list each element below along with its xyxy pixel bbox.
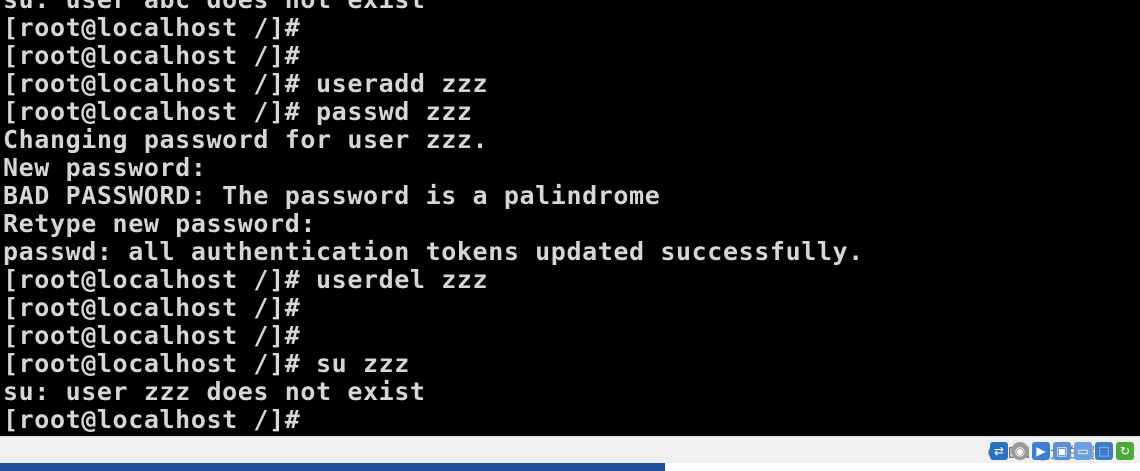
terminal-line: su: user abc does not exist (3, 0, 864, 14)
terminal-line: [root@localhost /]# (3, 405, 301, 434)
vm-console-window: su: user abc does not exist [root@localh… (0, 0, 1140, 471)
share-icon[interactable]: ⬚ (1095, 442, 1113, 460)
terminal-line: BAD PASSWORD: The password is a palindro… (3, 181, 661, 210)
terminal-line: passwd: all authentication tokens update… (3, 237, 864, 266)
arrow-icon[interactable]: ▶ (1032, 442, 1050, 460)
cd-icon[interactable]: ◉ (1011, 442, 1029, 460)
terminal-line: [root@localhost /]# passwd zzz (3, 97, 473, 126)
terminal-line: Changing password for user zzz. (3, 125, 489, 154)
terminal-line: New password: (3, 153, 207, 182)
terminal-line: su: user zzz does not exist (3, 377, 426, 406)
terminal-line: [root@localhost /]# su zzz (3, 349, 410, 378)
host-taskbar (0, 463, 1140, 471)
terminal-line: [root@localhost /]# useradd zzz (3, 69, 489, 98)
usb-icon[interactable]: ▣ (1053, 442, 1071, 460)
taskbar-window-preview[interactable] (665, 463, 1140, 471)
display-icon[interactable]: ▭ (1074, 442, 1092, 460)
tray-icons: ⇄ ◉ ▶ ▣ ▭ ⬚ ↻ (990, 441, 1134, 461)
terminal-line: [root@localhost /]# (3, 293, 301, 322)
vm-status-bar: CSDN @大白超菜 ⇄ ◉ ▶ ▣ ▭ ⬚ ↻ (0, 436, 1140, 464)
terminal-line: [root@localhost /]# (3, 13, 301, 42)
terminal-line: Retype new password: (3, 209, 317, 238)
terminal-line: [root@localhost /]# (3, 41, 301, 70)
network-icon[interactable]: ⇄ (990, 442, 1008, 460)
terminal-line: [root@localhost /]# (3, 321, 301, 350)
terminal-console[interactable]: su: user abc does not exist [root@localh… (0, 0, 1140, 436)
capture-icon[interactable]: ↻ (1116, 442, 1134, 460)
terminal-line: [root@localhost /]# userdel zzz (3, 265, 489, 294)
terminal-output: su: user abc does not exist [root@localh… (3, 0, 864, 434)
